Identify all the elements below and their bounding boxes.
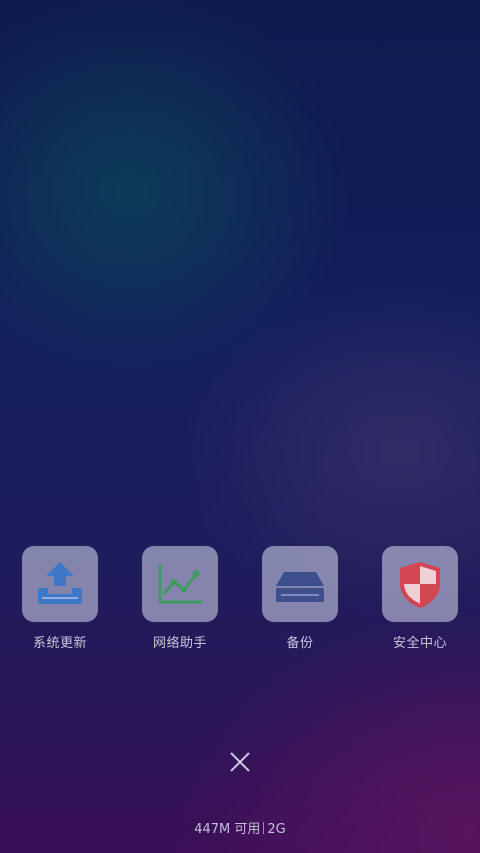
line-chart-icon [158,564,202,604]
memory-available: 447M 可用 [194,822,261,837]
memory-divider [263,822,265,834]
app-network-assistant[interactable]: 网络助手 [130,546,230,656]
memory-status: 447M 可用 2G [0,818,480,837]
storage-drive-icon [276,572,324,602]
app-label: 网络助手 [152,636,207,651]
memory-total: 2G [267,822,286,837]
app-security-center[interactable]: 安全中心 [370,546,470,656]
app-network-assistant-tile[interactable] [142,546,218,622]
app-label: 安全中心 [392,636,447,651]
app-backup-tile[interactable] [262,546,338,622]
app-security-center-tile[interactable] [382,546,458,622]
app-label: 备份 [286,636,314,651]
app-system-update[interactable]: 系统更新 [10,546,110,656]
upload-icon [38,562,82,604]
app-backup[interactable]: 备份 [250,546,350,656]
close-button[interactable] [220,742,260,782]
shield-icon [400,562,440,608]
app-shortcuts: 系统更新 网络助手 备份 安全中心 [0,546,480,656]
app-system-update-tile[interactable] [22,546,98,622]
app-label: 系统更新 [32,636,87,651]
close-icon [230,752,250,772]
